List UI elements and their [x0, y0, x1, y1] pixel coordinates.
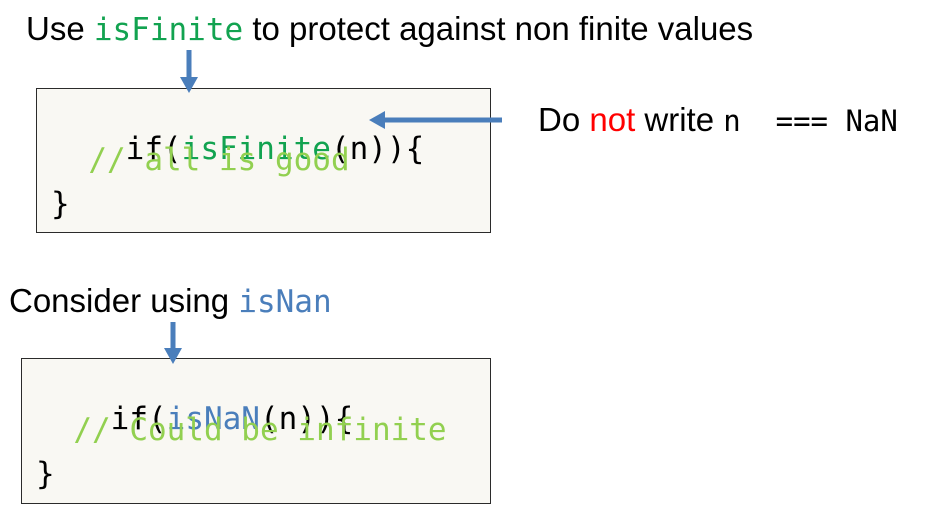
arrows-layer [164, 50, 502, 364]
arrow-down-to-isnan [164, 322, 182, 364]
arrow-left-to-condition [369, 111, 502, 129]
arrow-down-to-isfinite [180, 50, 198, 93]
